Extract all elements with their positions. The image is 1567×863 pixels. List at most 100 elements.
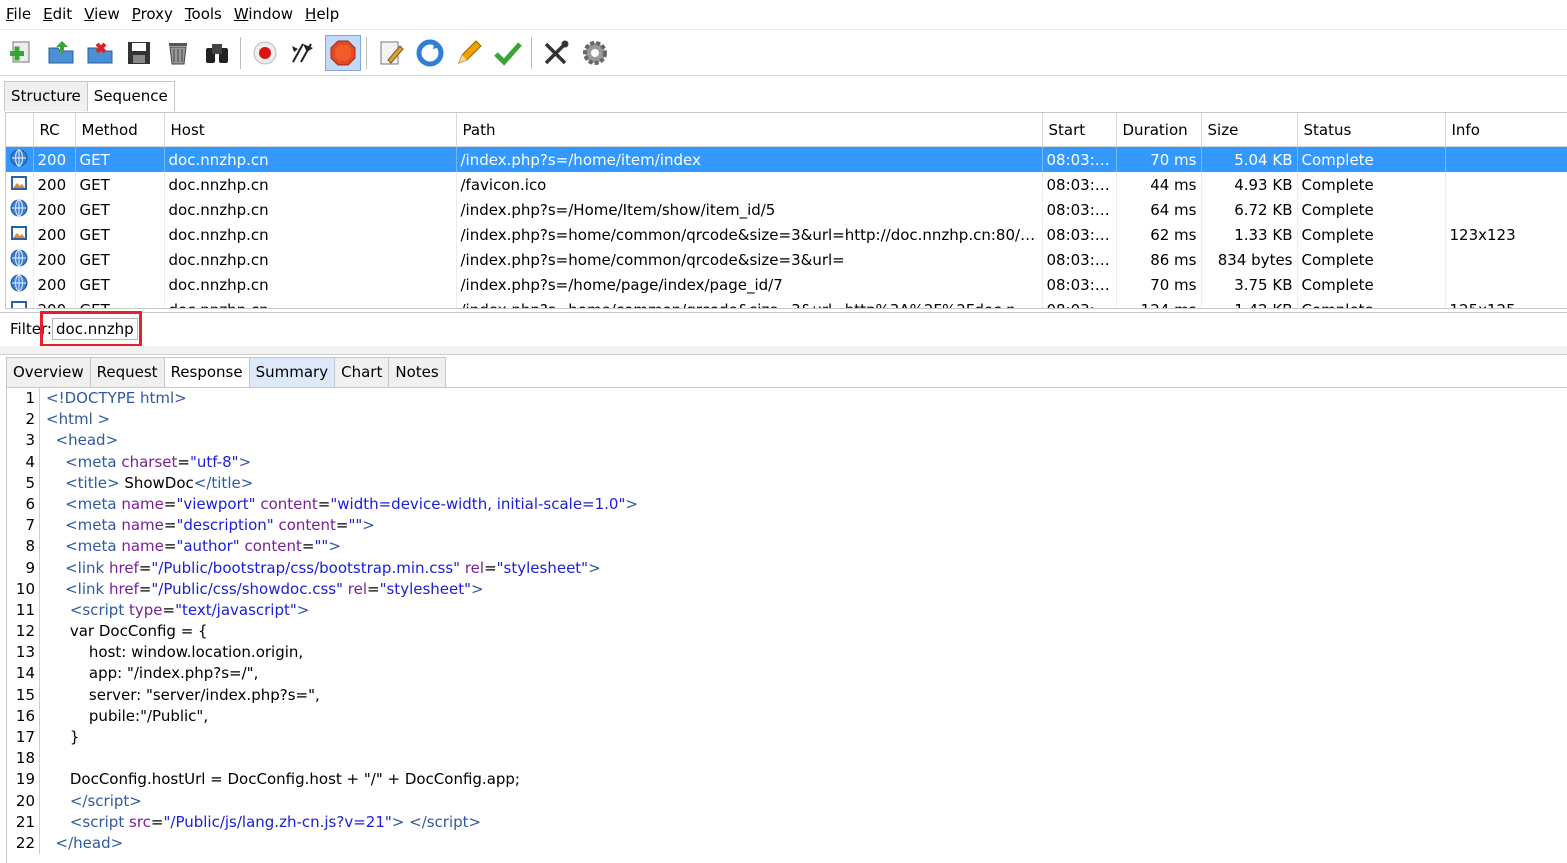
cell-host: doc.nnzhp.cn — [164, 247, 457, 272]
detail-tabs: Overview Request Response Summary Chart … — [6, 357, 446, 387]
cell-duration: 64 ms — [1116, 197, 1202, 222]
throttle-icon[interactable] — [286, 35, 322, 71]
line-number: 10 — [7, 578, 40, 600]
menu-tools[interactable]: Tools — [179, 0, 228, 29]
table-row[interactable]: 200GETdoc.nnzhp.cn/index.php?s=home/comm… — [6, 247, 1567, 272]
web-page-icon — [10, 248, 28, 267]
table-row[interactable]: 200 GET doc.nnzhp.cn/index.php?s=/Home/Ite… — [6, 197, 1567, 222]
table-row[interactable]: 200 GET doc.nnzhp.cn/index.php?s=/home/pag… — [6, 272, 1567, 297]
menu-view[interactable]: View — [78, 0, 126, 29]
tools-icon[interactable] — [538, 35, 574, 71]
close-session-icon[interactable] — [82, 35, 118, 71]
cell-status: Complete — [1297, 297, 1446, 308]
cell-host: doc.nnzhp.cn — [164, 172, 457, 197]
menu-proxy[interactable]: Proxy — [126, 0, 179, 29]
code-line: 19 DocConfig.hostUrl = DocConfig.host + … — [7, 769, 1567, 791]
cell-info — [1445, 146, 1567, 172]
tab-chart[interactable]: Chart — [334, 357, 390, 387]
code-text: <!DOCTYPE html> — [46, 389, 187, 407]
code-text: DocConfig.hostUrl = DocConfig.host + "/"… — [46, 770, 520, 789]
line-number: 21 — [7, 811, 40, 833]
tab-request[interactable]: Request — [89, 357, 165, 387]
table-row[interactable]: 200GETdoc.nnzhp.cn/index.php?s=home/comm… — [6, 297, 1567, 308]
cell-method: GET — [75, 297, 165, 308]
code-text: <meta charset="utf-8"> — [65, 452, 252, 471]
tab-summary[interactable]: Summary — [248, 357, 336, 387]
pane-splitter[interactable] — [0, 346, 1567, 355]
cell-host: doc.nnzhp.cn — [164, 272, 457, 297]
menu-accelerator: V — [84, 5, 95, 23]
tab-sequence[interactable]: Sequence — [86, 81, 175, 111]
column-info[interactable]: Info — [1445, 113, 1567, 147]
cell-rc: 200 — [33, 247, 76, 272]
table-row[interactable]: 200 GET doc.nnzhp.cn/index.php?s=/home/ite… — [6, 146, 1567, 172]
column-method[interactable]: Method — [75, 113, 165, 147]
cell-status: Complete — [1297, 146, 1446, 172]
record-icon[interactable] — [247, 35, 283, 71]
edit-icon[interactable] — [373, 35, 409, 71]
menu-label: iew — [94, 5, 120, 23]
menu-label: ools — [191, 5, 222, 23]
image-icon — [6, 297, 34, 308]
validate-icon[interactable] — [490, 35, 526, 71]
cell-info: 125x125 — [1445, 297, 1567, 308]
tab-response[interactable]: Response — [163, 357, 250, 387]
menu-edit[interactable]: Edit — [37, 0, 78, 29]
column-rc[interactable]: RC — [33, 113, 76, 147]
tab-structure[interactable]: Structure — [4, 81, 88, 111]
toolbar-separator — [240, 36, 241, 69]
menu-bar: File Edit View Proxy Tools Window Help — [0, 0, 1567, 30]
cell-rc: 200 — [33, 197, 76, 222]
code-line: 9 <link href="/Public/bootstrap/css/boot… — [7, 557, 1567, 579]
table-row[interactable]: 200GETdoc.nnzhp.cn/index.php?s=home/comm… — [6, 222, 1567, 247]
menu-label: dit — [52, 5, 73, 23]
menu-accelerator: T — [184, 5, 192, 23]
image-icon — [11, 300, 27, 308]
clear-icon[interactable] — [160, 35, 196, 71]
column-start[interactable]: Start — [1042, 113, 1117, 147]
menu-help[interactable]: Help — [299, 0, 345, 29]
cell-method: GET — [75, 222, 165, 247]
web-page-icon — [10, 273, 28, 292]
column-status[interactable]: Status — [1297, 113, 1446, 147]
line-number: 4 — [7, 451, 40, 473]
save-icon[interactable] — [121, 35, 157, 71]
cell-start: 08:03:32 — [1042, 272, 1117, 297]
stop-icon[interactable] — [324, 34, 361, 71]
menu-label: indow — [248, 5, 294, 23]
cell-rc: 200 — [33, 172, 76, 197]
response-source-view[interactable]: 1 <!DOCTYPE html> 2 <html >3 <head> 4 <meta … — [6, 387, 1567, 863]
code-text: } — [46, 728, 80, 746]
tab-notes[interactable]: Notes — [388, 357, 446, 387]
column-size[interactable]: Size — [1201, 113, 1298, 147]
new-session-icon[interactable] — [4, 35, 40, 71]
cell-host: doc.nnzhp.cn — [164, 297, 457, 308]
cell-status: Complete — [1297, 222, 1446, 247]
tab-overview[interactable]: Overview — [6, 357, 91, 387]
settings-icon[interactable] — [577, 35, 613, 71]
image-icon — [11, 175, 27, 190]
column-path[interactable]: Path — [456, 113, 1043, 147]
menu-accelerator: H — [305, 5, 317, 23]
code-line: 2 <html > — [7, 409, 1567, 431]
open-icon[interactable] — [43, 35, 79, 71]
column-host[interactable]: Host — [164, 113, 457, 147]
code-text: <head> — [55, 431, 119, 450]
table-row[interactable]: 200 GET doc.nnzhp.cn/favicon.ico 08:03:26 44… — [6, 172, 1567, 197]
code-line: 10 <link href="/Public/css/showdoc.css" … — [7, 578, 1567, 600]
code-text: <meta name="author" content=""> — [65, 537, 341, 556]
repeat-icon[interactable] — [412, 35, 448, 71]
find-icon[interactable] — [199, 35, 235, 71]
column-duration[interactable]: Duration — [1116, 113, 1202, 147]
code-line: 11 <script type="text/javascript"> — [7, 599, 1567, 622]
menu-window[interactable]: Window — [228, 0, 299, 29]
image-icon — [11, 225, 27, 240]
code-line: 3 <head> — [7, 430, 1567, 452]
code-text: <script src="/Public/js/lang.zh-cn.js?v=… — [69, 812, 482, 831]
code-line: 12 var DocConfig = { — [7, 621, 1567, 643]
line-number: 8 — [7, 536, 40, 558]
cell-info — [1445, 247, 1567, 272]
menu-file[interactable]: File — [0, 0, 37, 29]
edit-pencil-icon[interactable] — [451, 35, 487, 71]
